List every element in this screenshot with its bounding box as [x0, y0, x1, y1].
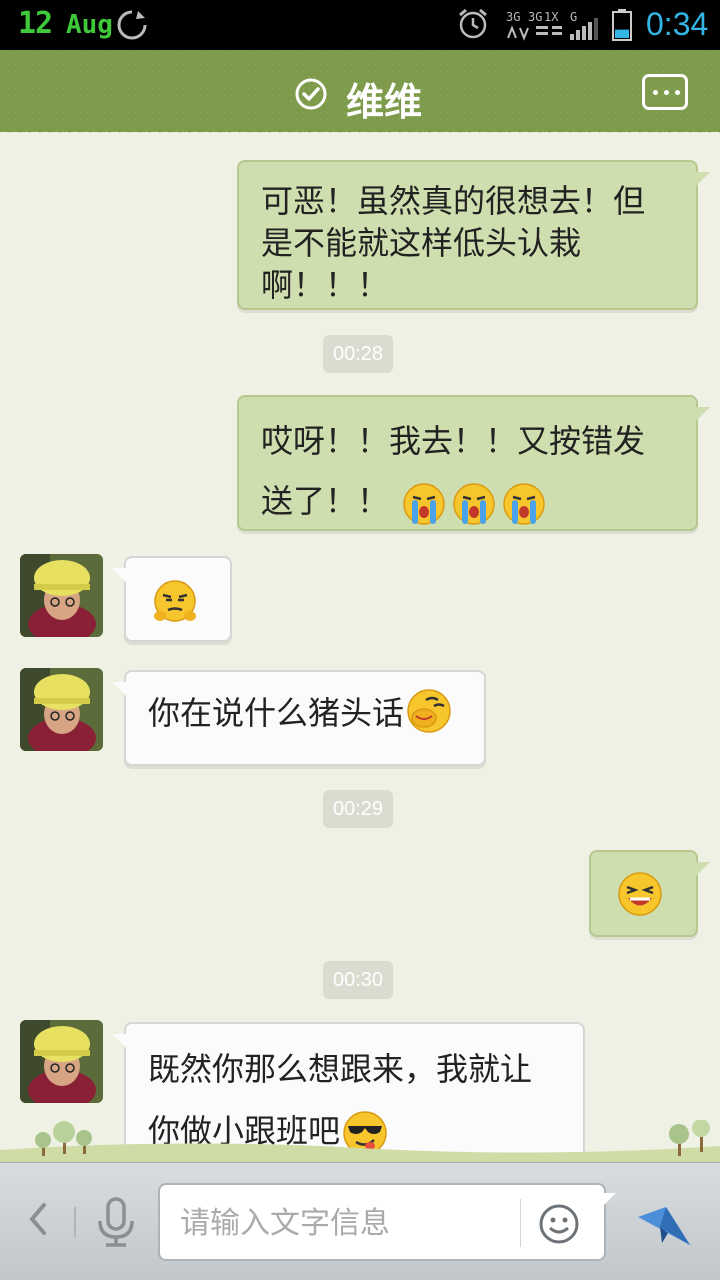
sync-icon [117, 10, 147, 40]
alarm-icon [459, 8, 487, 39]
contact-name: 维维 [346, 80, 423, 124]
signal-icon: 3G 3G 1X G [506, 10, 598, 41]
chat-area[interactable]: 可恶！虽然真的很想去！但 是不能就这样低头认栽 啊！！！ 00:28 哎呀！！我… [0, 138, 720, 1160]
message-outgoing[interactable]: 哎呀！！我去！！又按错发 送了！！ [237, 395, 710, 531]
avatar[interactable] [20, 1020, 103, 1103]
message-incoming[interactable]: 既然你那么想跟来，我就让 你做小跟班吧 [112, 1022, 585, 1160]
chat-header: 维维 [0, 50, 720, 132]
net-label-4: G [570, 10, 577, 24]
message-text: 哎呀！！我去！！又按错发 送了！！ [261, 411, 645, 531]
status-date-month: Aug [66, 10, 113, 40]
message-text: 你在说什么猪头话 [148, 689, 454, 736]
timestamp: 00:29 [323, 790, 394, 828]
net-label-2: 3G [528, 10, 542, 24]
smirk-emoji [154, 580, 196, 622]
crying-emoji [503, 483, 545, 525]
message-input-box[interactable] [158, 1183, 606, 1261]
timestamp: 00:28 [323, 335, 394, 373]
message-incoming[interactable]: 你在说什么猪头话 [112, 670, 486, 766]
message-text: 可恶！虽然真的很想去！但 是不能就这样低头认栽 啊！！！ [261, 182, 646, 304]
message-text: 既然你那么想跟来，我就让 你做小跟班吧 [148, 1038, 532, 1160]
divider [520, 1199, 521, 1247]
header-zigzag-divider [0, 128, 720, 138]
crying-emoji [403, 483, 445, 525]
timestamp: 00:30 [323, 961, 394, 999]
more-button[interactable] [642, 74, 688, 110]
net-label-1: 3G [506, 10, 520, 24]
microphone-icon[interactable] [96, 1197, 136, 1247]
battery-icon [612, 9, 632, 41]
message-input[interactable] [180, 1199, 510, 1247]
status-date-day: 12 [18, 6, 53, 41]
input-bar [0, 1162, 720, 1280]
message-outgoing[interactable] [589, 850, 710, 937]
status-clock: 0:34 [646, 6, 709, 42]
laughing-emoji [618, 872, 662, 916]
back-icon[interactable] [24, 1199, 52, 1239]
message-outgoing[interactable]: 可恶！虽然真的很想去！但 是不能就这样低头认栽 啊！！！ [237, 160, 710, 310]
status-bar: 12 Aug 3G 3G 1X G 0:34 [0, 0, 720, 50]
send-icon[interactable] [636, 1197, 692, 1249]
net-label-3: 1X [544, 10, 559, 24]
smiley-icon[interactable] [538, 1203, 580, 1245]
cool-sunglasses-emoji [343, 1111, 387, 1155]
crying-emoji [453, 483, 495, 525]
divider [74, 1207, 76, 1237]
input-box-tail [604, 1193, 616, 1205]
avatar[interactable] [20, 554, 103, 637]
check-circle-icon [295, 78, 327, 110]
message-incoming[interactable] [112, 556, 232, 642]
yawn-emoji [407, 689, 451, 733]
avatar[interactable] [20, 668, 103, 751]
